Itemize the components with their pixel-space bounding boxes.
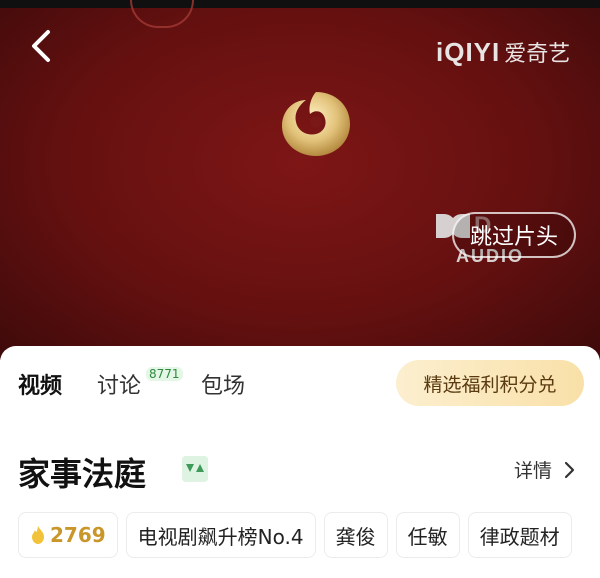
tag-row: 2769 电视剧飙升榜No.4 龚俊 任敏 律政题材	[18, 512, 580, 558]
tag-genre-legal[interactable]: 律政题材	[467, 512, 572, 558]
brand-latin: iQIYI	[436, 36, 501, 67]
status-strip	[0, 0, 600, 8]
chevron-right-icon	[564, 461, 575, 478]
tag-ranking[interactable]: 电视剧飙升榜No.4	[125, 512, 316, 558]
brand-chinese: 爱奇艺	[504, 42, 571, 67]
vip-triangle-icon	[182, 456, 208, 482]
skip-intro-button[interactable]: 跳过片头	[452, 212, 576, 258]
details-label: 详情	[514, 460, 553, 482]
points-redeem-button[interactable]: 精选福利积分兑	[396, 360, 584, 406]
back-arrow-icon[interactable]	[22, 26, 62, 66]
video-player[interactable]: iQIYI 爱奇艺 D AUDIO 跳过片头	[0, 0, 600, 360]
tab-screening[interactable]: 包场	[201, 368, 245, 400]
tag-actor-gong-jun[interactable]: 龚俊	[323, 512, 388, 558]
studio-swirl-logo	[282, 92, 350, 156]
show-title: 家事法庭	[18, 455, 147, 493]
discussion-count-badge: 8771	[146, 367, 183, 381]
tag-actor-ren-min[interactable]: 任敏	[395, 512, 460, 558]
cloud-ornament	[130, 0, 194, 28]
heat-score: 2769	[50, 523, 106, 547]
heat-score-tag[interactable]: 2769	[18, 512, 118, 558]
iqiyi-logo: iQIYI 爱奇艺	[436, 36, 570, 68]
tab-video[interactable]: 视频	[18, 368, 62, 400]
details-link[interactable]: 详情	[514, 456, 580, 483]
flame-icon	[32, 526, 44, 544]
tab-discussion[interactable]: 讨论	[97, 368, 141, 400]
